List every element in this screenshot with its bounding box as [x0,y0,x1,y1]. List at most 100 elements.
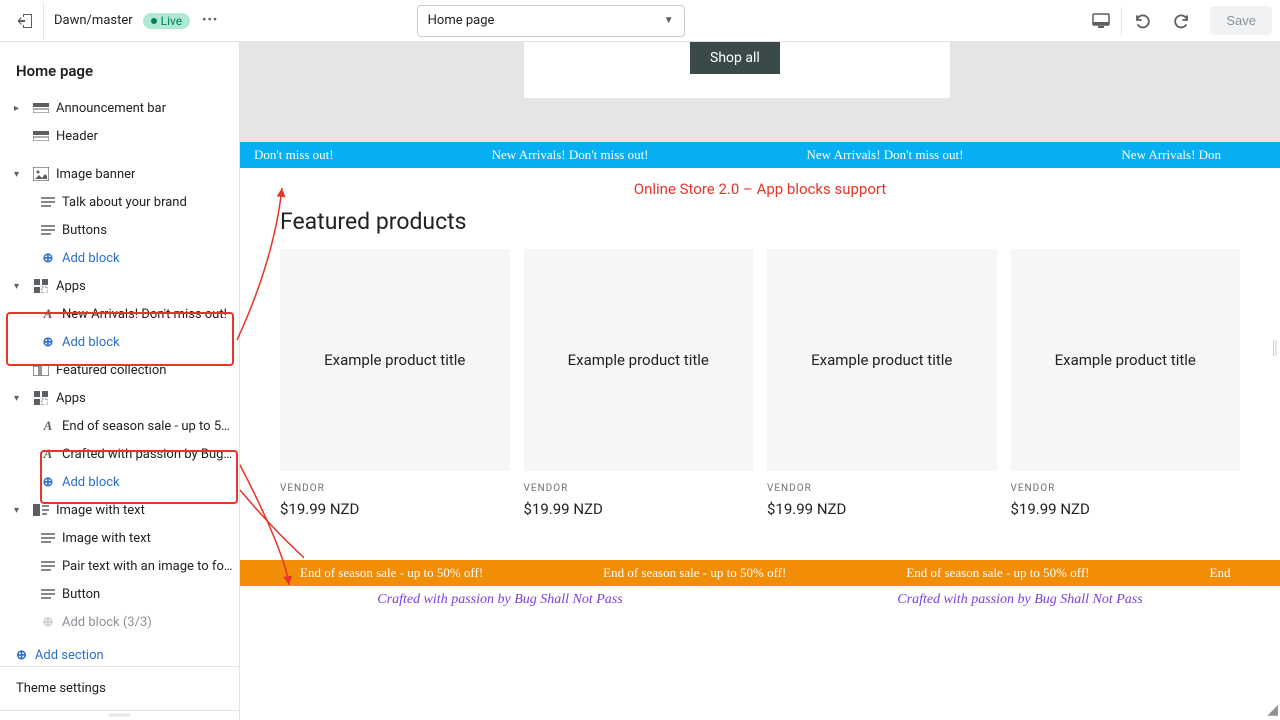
block-image-with-text[interactable]: Image with text [0,524,239,552]
apps-icon [32,278,50,294]
resize-corner-icon[interactable]: ◢ [1267,702,1278,718]
main: Home page ▸ Announcement bar Header ▾ Im… [0,42,1280,720]
image-icon [32,166,50,182]
block-button[interactable]: Button [0,580,239,608]
app-block-icon: A [40,306,56,322]
block-new-arrivals[interactable]: A New Arrivals! Don't miss out! [0,300,239,328]
block-end-of-season[interactable]: A End of season sale - up to 50% ... [0,412,239,440]
marquee-text: End of season sale - up to 50% off! [543,565,846,581]
theme-name: Dawn/master [44,13,143,28]
block-label: Buttons [62,223,107,238]
text-block-icon [40,586,56,602]
marquee-text: End [1150,565,1280,581]
product-image-placeholder: Example product title [280,249,510,471]
section-image-banner[interactable]: ▾ Image banner [0,160,239,188]
product-vendor: VENDOR [767,471,997,498]
annotation-text: Online Store 2.0 – App blocks support [240,168,1280,204]
plus-circle-icon: ⊕ [40,474,56,490]
section-tree: ▸ Announcement bar Header ▾ Image banner… [0,94,239,666]
undo-button[interactable] [1122,1,1162,41]
product-image-placeholder: Example product title [1011,249,1241,471]
add-block-apps2[interactable]: ⊕ Add block [0,468,239,496]
add-section-button[interactable]: ⊕ Add section [0,636,239,666]
plus-circle-icon: ⊕ [40,250,56,266]
page-selector[interactable]: Home page ▼ [417,5,685,37]
section-label: Announcement bar [56,101,166,116]
save-button[interactable]: Save [1210,6,1272,35]
section-label: Image banner [56,167,135,182]
text-block-icon [40,530,56,546]
marquee-end-of-season: End of season sale - up to 50% off! End … [240,560,1280,586]
theme-settings-button[interactable]: Theme settings [0,666,239,710]
add-block-label: Add block [62,251,120,266]
resize-handle[interactable]: ═══ [0,710,239,720]
add-section-label: Add section [35,648,104,663]
marquee-text: New Arrivals! Don [1107,147,1235,163]
marquee-text: End of season sale - up to 50% off! [240,565,543,581]
app-block-icon: A [40,418,56,434]
chevron-down-icon: ▼ [664,15,674,26]
crafted-text: Crafted with passion by Bug Shall Not Pa… [897,592,1142,608]
section-featured-collection[interactable]: Featured collection [0,356,239,384]
section-apps-2[interactable]: ▾ Apps [0,384,239,412]
image-text-icon [32,502,50,518]
section-label: Apps [56,391,86,406]
section-icon [32,100,50,116]
viewport-button[interactable] [1081,1,1121,41]
add-block-apps1[interactable]: ⊕ Add block [0,328,239,356]
product-price: $19.99 NZD [524,498,754,520]
product-vendor: VENDOR [524,471,754,498]
section-header[interactable]: Header [0,122,239,150]
section-image-with-text[interactable]: ▾ Image with text [0,496,239,524]
topbar-right: Save [1081,1,1272,41]
preview-content: Shop all Don't miss out! New Arrivals! D… [240,42,1280,720]
plus-circle-icon: ⊕ [40,614,56,630]
topbar: Dawn/master Live ••• Home page ▼ Save [0,0,1280,42]
chevron-down-icon: ▾ [14,393,26,404]
page-selector-label: Home page [428,13,495,28]
chevron-down-icon: ▾ [14,169,26,180]
product-image-placeholder: Example product title [524,249,754,471]
crafted-row: Crafted with passion by Bug Shall Not Pa… [240,586,1280,614]
add-block-banner[interactable]: ⊕ Add block [0,244,239,272]
add-block-label: Add block [62,335,120,350]
chevron-right-icon: ▸ [14,103,26,114]
desktop-icon [1092,13,1110,29]
exit-icon [18,13,34,29]
block-buttons[interactable]: Buttons [0,216,239,244]
collection-icon [32,362,50,378]
product-image-placeholder: Example product title [767,249,997,471]
section-label: Featured collection [56,363,166,378]
add-block-label: Add block (3/3) [62,615,152,630]
section-label: Apps [56,279,86,294]
featured-products-title: Featured products [240,204,1280,249]
live-label: Live [161,14,182,28]
redo-button[interactable] [1162,1,1202,41]
block-crafted[interactable]: A Crafted with passion by Bug Sha... [0,440,239,468]
section-label: Image with text [56,503,145,518]
product-grid: Example product title VENDOR $19.99 NZD … [240,249,1280,520]
product-card[interactable]: Example product title VENDOR $19.99 NZD [524,249,754,520]
chevron-down-icon: ▾ [14,505,26,516]
redo-icon [1173,12,1191,30]
block-pair-text[interactable]: Pair text with an image to focus ... [0,552,239,580]
text-block-icon [40,194,56,210]
preview-pane: Shop all Don't miss out! New Arrivals! D… [240,42,1280,720]
exit-button[interactable] [8,3,44,39]
shop-all-button[interactable]: Shop all [690,42,780,74]
block-talk-about[interactable]: Talk about your brand [0,188,239,216]
section-announcement-bar[interactable]: ▸ Announcement bar [0,94,239,122]
scrollbar-handle[interactable]: ║ [1270,340,1280,360]
text-block-icon [40,222,56,238]
app-block-icon: A [40,446,56,462]
product-card[interactable]: Example product title VENDOR $19.99 NZD [767,249,997,520]
section-apps-1[interactable]: ▾ Apps [0,272,239,300]
block-label: Button [62,587,100,602]
more-button[interactable]: ••• [202,13,218,28]
text-block-icon [40,558,56,574]
product-card[interactable]: Example product title VENDOR $19.99 NZD [1011,249,1241,520]
block-label: Image with text [62,531,151,546]
theme-settings-label: Theme settings [16,681,106,696]
marquee-text: End of season sale - up to 50% off! [846,565,1149,581]
product-card[interactable]: Example product title VENDOR $19.99 NZD [280,249,510,520]
